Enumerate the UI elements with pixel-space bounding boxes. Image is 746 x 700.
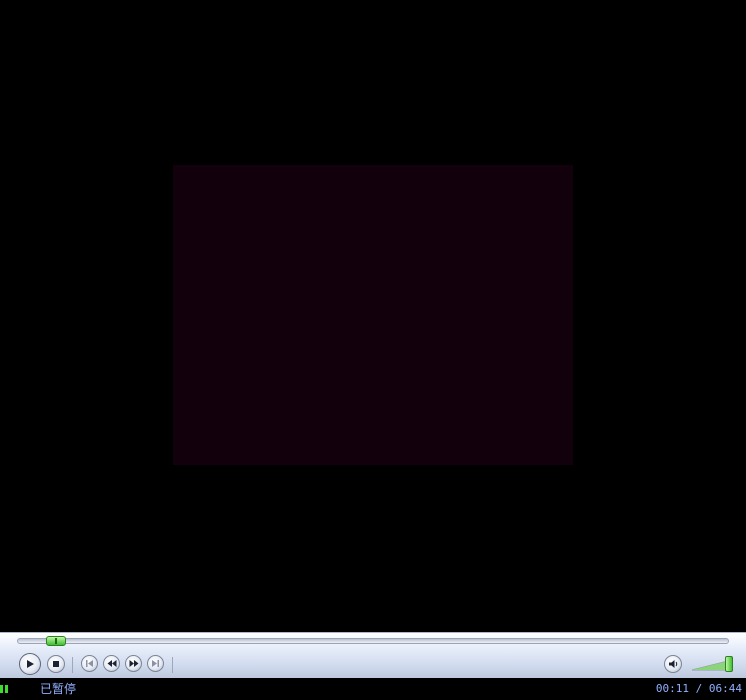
time-separator: / [695,682,703,695]
separator [72,657,73,673]
previous-track-icon [86,660,93,667]
playback-status: 已暂停 [40,682,77,696]
pause-icon [0,685,8,693]
volume-thumb[interactable] [725,656,733,672]
fast-forward-icon [129,660,138,667]
separator [172,657,173,673]
play-icon [27,660,34,668]
speaker-icon [668,660,677,668]
video-display[interactable] [0,0,746,632]
time-display: 00:11 / 06:44 [656,681,742,697]
mute-button[interactable] [664,655,682,673]
next-track-icon [152,660,159,667]
duration: 06:44 [708,682,742,695]
transport-controls-bar [0,632,746,678]
seek-bar[interactable] [17,636,729,646]
stop-icon [53,661,59,667]
stop-button[interactable] [47,655,65,673]
video-frame [173,165,573,465]
play-button[interactable] [19,653,41,675]
previous-button[interactable] [81,655,98,672]
fast-forward-button[interactable] [125,655,142,672]
seek-thumb[interactable] [46,636,66,646]
rewind-icon [107,660,116,667]
status-bar: 已暂停 00:11 / 06:44 [0,678,746,700]
rewind-button[interactable] [103,655,120,672]
next-button[interactable] [147,655,164,672]
current-time: 00:11 [655,682,689,695]
